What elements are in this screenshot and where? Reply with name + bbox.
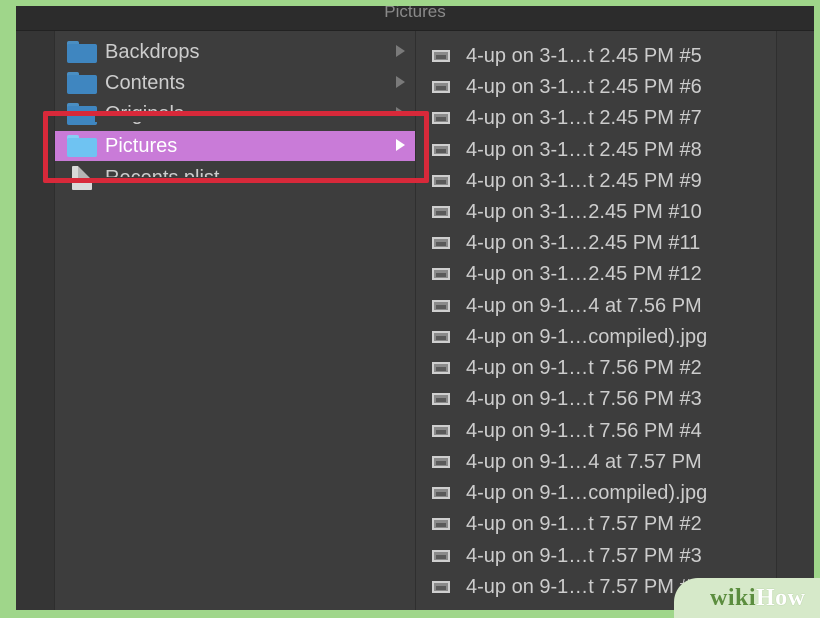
folder-icon [67,135,97,157]
list-item[interactable]: 4-up on 3-1…2.45 PM #12 [416,259,776,289]
list-item[interactable]: 4-up on 3-1…t 2.45 PM #7 [416,103,776,133]
image-file-icon [432,144,450,156]
image-file-icon [432,487,450,499]
image-file-icon [432,50,450,62]
list-item-label: 4-up on 3-1…t 2.45 PM #6 [466,75,702,98]
folder-icon [67,103,97,125]
list-item[interactable]: 4-up on 9-1…t 7.56 PM #2 [416,353,776,383]
chevron-right-icon [396,45,405,57]
list-item[interactable]: 4-up on 9-1…t 7.56 PM #4 [416,416,776,446]
image-file-icon [432,550,450,562]
list-item-label: 4-up on 3-1…t 2.45 PM #5 [466,44,702,67]
chevron-right-icon [396,76,405,88]
image-file-icon [432,112,450,124]
image-file-icon [432,206,450,218]
list-item-label: 4-up on 9-1…t 7.57 PM #3 [466,544,702,567]
list-item-label: 4-up on 9-1…t 7.57 PM #2 [466,512,702,535]
image-file-icon [432,581,450,593]
image-file-icon [432,425,450,437]
list-item-label: 4-up on 3-1…t 2.45 PM #7 [466,106,702,129]
list-item-label: 4-up on 3-1…2.45 PM #11 [466,231,701,254]
list-item-label: 4-up on 9-1…compiled).jpg [466,325,708,348]
title-bar: Pictures [16,6,814,31]
list-item-label: 4-up on 9-1…t 7.56 PM #3 [466,387,702,410]
image-file-icon [432,331,450,343]
list-item[interactable]: 4-up on 9-1…compiled).jpg [416,478,776,508]
window-title: Pictures [384,6,446,21]
occluded-region [95,112,415,122]
list-item-label: 4-up on 3-1…t 2.45 PM #8 [466,138,702,161]
finder-window: Pictures Backdrops Contents Originals [16,6,814,610]
list-item[interactable]: 4-up on 9-1…compiled).jpg [416,322,776,352]
list-item[interactable]: 4-up on 3-1…2.45 PM #11 [416,228,776,258]
list-item[interactable]: 4-up on 3-1…2.45 PM #10 [416,197,776,227]
list-item-label: Backdrops [105,40,200,63]
list-item[interactable]: 4-up on 9-1…t 7.56 PM #3 [416,384,776,414]
image-file-icon [432,300,450,312]
image-file-icon [432,175,450,187]
occluded-region [95,177,415,189]
list-item[interactable]: 4-up on 3-1…t 2.45 PM #5 [416,41,776,71]
list-item[interactable]: 4-up on 9-1…t 7.57 PM #2 [416,509,776,539]
list-item-label: Contents [105,71,186,94]
watermark-wiki: wiki [710,585,757,611]
watermark-text: wikiHow [710,585,806,612]
list-item-backdrops[interactable]: Backdrops [55,37,415,67]
folder-icon [67,41,97,63]
wikihow-watermark: wikiHow [674,578,820,618]
list-item-label: 4-up on 3-1…2.45 PM #12 [466,262,702,285]
folder-icon [67,72,97,94]
list-item-pictures[interactable]: Pictures [55,131,415,161]
screenshot-frame: Pictures Backdrops Contents Originals [0,0,820,618]
list-item-label: 4-up on 3-1…2.45 PM #10 [466,200,702,223]
watermark-how: How [756,585,806,611]
list-item-label: 4-up on 9-1…t 7.56 PM #4 [466,419,702,442]
image-file-icon [432,518,450,530]
list-item-label: 4-up on 9-1…compiled).jpg [466,481,708,504]
list-item-label: 4-up on 9-1…4 at 7.56 PM [466,294,702,317]
image-file-icon [432,268,450,280]
list-item-label: 4-up on 9-1…t 7.57 PM #4 [466,575,702,598]
image-file-icon [432,456,450,468]
file-icon [72,166,92,190]
list-item-label: 4-up on 3-1…t 2.45 PM #9 [466,169,702,192]
browser-column-1[interactable]: Backdrops Contents Originals Pictures Re [55,31,416,610]
list-item-contents[interactable]: Contents [55,68,415,98]
list-item[interactable]: 4-up on 9-1…4 at 7.56 PM [416,291,776,321]
chevron-right-icon [396,139,405,151]
sidebar-edge [16,31,55,610]
browser-column-2[interactable]: 4-up on 3-1…t 2.45 PM #5 4-up on 3-1…t 2… [416,31,777,610]
image-file-icon [432,237,450,249]
browser-column-3[interactable] [777,31,814,610]
image-file-icon [432,362,450,374]
image-file-icon [432,393,450,405]
list-item-label: 4-up on 9-1…t 7.56 PM #2 [466,356,702,379]
list-item[interactable]: 4-up on 3-1…t 2.45 PM #6 [416,72,776,102]
image-file-icon [432,81,450,93]
list-item-label: 4-up on 9-1…4 at 7.57 PM [466,450,702,473]
list-item[interactable]: 4-up on 3-1…t 2.45 PM #8 [416,135,776,165]
list-item-label: Pictures [105,134,178,157]
list-item[interactable]: 4-up on 9-1…4 at 7.57 PM [416,447,776,477]
list-item[interactable]: 4-up on 9-1…t 7.57 PM #3 [416,541,776,571]
list-item[interactable]: 4-up on 3-1…t 2.45 PM #9 [416,166,776,196]
